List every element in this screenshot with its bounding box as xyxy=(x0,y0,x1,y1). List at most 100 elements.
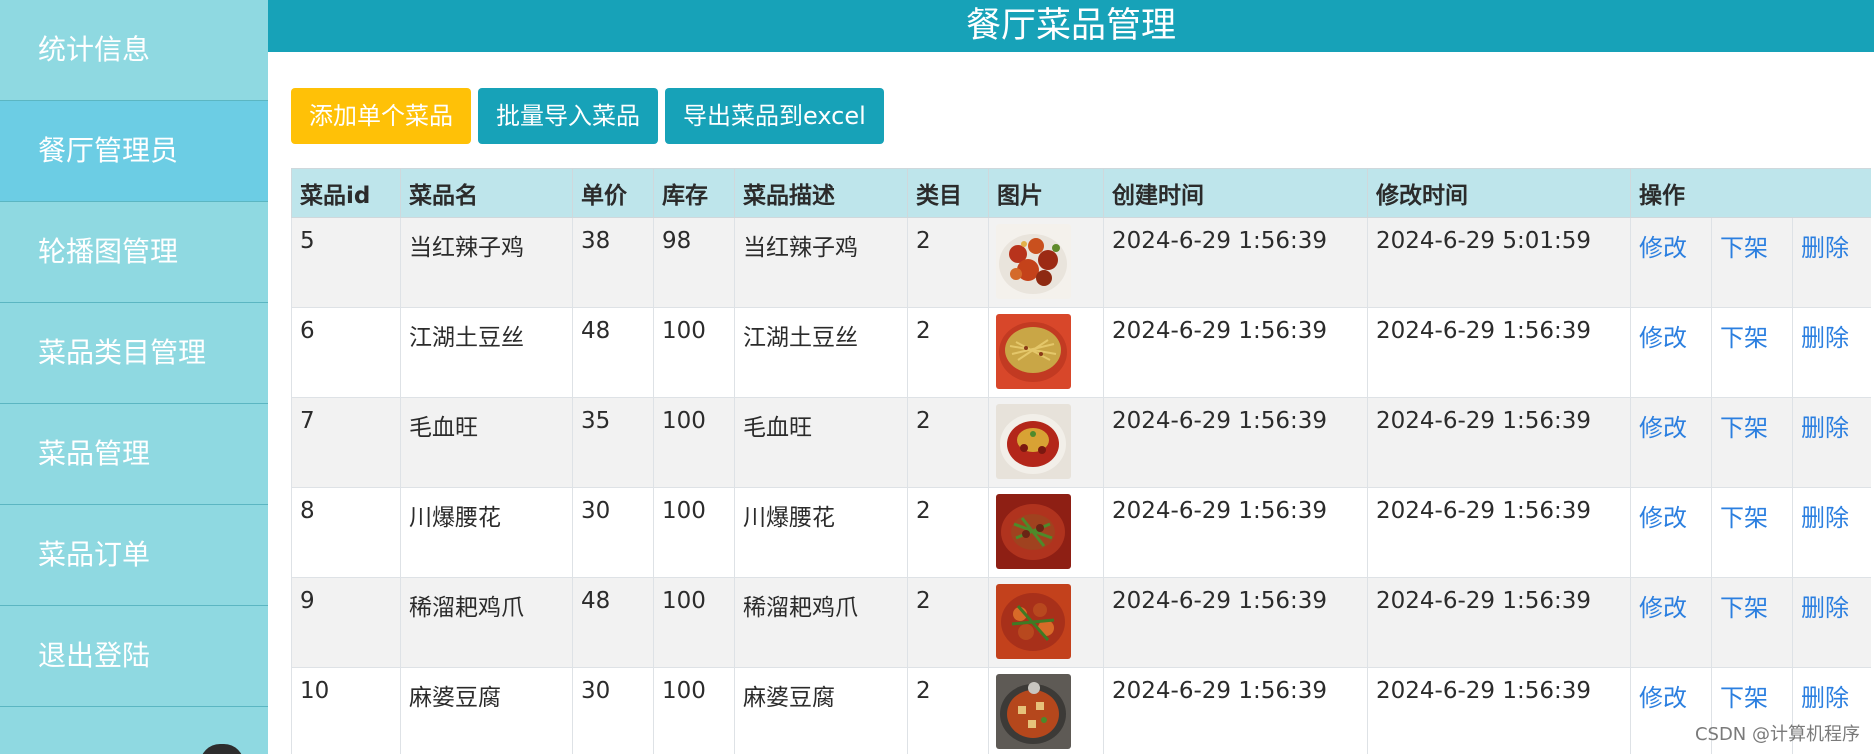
cell-image xyxy=(988,307,1104,398)
table-row: 8 川爆腰花 30 100 川爆腰花 2 2024-6-29 1:56:39 2… xyxy=(291,487,1871,578)
sidebar-item-label: 菜品订单 xyxy=(38,538,151,571)
cell-created-time: 2024-6-29 1:56:39 xyxy=(1103,667,1368,754)
cell-action-offshelf: 下架 xyxy=(1711,487,1793,578)
column-header: 图片 xyxy=(988,168,1104,218)
cell-id: 9 xyxy=(291,577,401,668)
cell-action-edit: 修改 xyxy=(1630,397,1712,488)
cell-action-offshelf: 下架 xyxy=(1711,577,1793,668)
cell-description: 毛血旺 xyxy=(734,397,908,488)
table-row: 6 江湖土豆丝 48 100 江湖土豆丝 2 2024-6-29 1:56:39… xyxy=(291,307,1871,398)
cell-action-edit: 修改 xyxy=(1630,577,1712,668)
sidebar-item-dish-management[interactable]: 菜品管理 xyxy=(0,404,268,505)
cell-action-delete: 删除 xyxy=(1792,577,1871,668)
cell-id: 10 xyxy=(291,667,401,754)
column-header: 类目 xyxy=(907,168,989,218)
app-root: 统计信息 餐厅管理员 轮播图管理 菜品类目管理 菜品管理 菜品订单 退出登陆 餐… xyxy=(0,0,1874,754)
cell-modified-time: 2024-6-29 1:56:39 xyxy=(1367,577,1631,668)
sidebar-item-label: 退出登陆 xyxy=(38,639,151,672)
sidebar-item-logout[interactable]: 退出登陆 xyxy=(0,606,268,707)
add-dish-button[interactable]: 添加单个菜品 xyxy=(291,88,471,144)
sidebar-item-statistics[interactable]: 统计信息 xyxy=(0,0,268,101)
batch-import-button[interactable]: 批量导入菜品 xyxy=(478,88,658,144)
offshelf-link[interactable]: 下架 xyxy=(1720,414,1768,442)
delete-link[interactable]: 删除 xyxy=(1801,504,1849,532)
edit-link[interactable]: 修改 xyxy=(1639,504,1687,532)
cell-name: 麻婆豆腐 xyxy=(400,667,573,754)
cell-image xyxy=(988,577,1104,668)
cell-price: 30 xyxy=(572,487,654,578)
cell-description: 当红辣子鸡 xyxy=(734,217,908,308)
sidebar-item-carousel-management[interactable]: 轮播图管理 xyxy=(0,202,268,303)
table-row: 7 毛血旺 35 100 毛血旺 2 2024-6-29 1:56:39 202… xyxy=(291,397,1871,488)
column-header: 库存 xyxy=(653,168,735,218)
cell-action-delete: 删除 xyxy=(1792,487,1871,578)
cell-id: 7 xyxy=(291,397,401,488)
sidebar-item-restaurant-admin[interactable]: 餐厅管理员 xyxy=(0,101,268,202)
edit-link[interactable]: 修改 xyxy=(1639,324,1687,352)
cell-action-edit: 修改 xyxy=(1630,217,1712,308)
export-excel-button[interactable]: 导出菜品到excel xyxy=(665,88,884,144)
cell-price: 35 xyxy=(572,397,654,488)
edit-link[interactable]: 修改 xyxy=(1639,414,1687,442)
cell-name: 当红辣子鸡 xyxy=(400,217,573,308)
cell-description: 稀溜耙鸡爪 xyxy=(734,577,908,668)
cell-created-time: 2024-6-29 1:56:39 xyxy=(1103,397,1368,488)
cell-modified-time: 2024-6-29 1:56:39 xyxy=(1367,307,1631,398)
main-content: 餐厅菜品管理 添加单个菜品 批量导入菜品 导出菜品到excel 菜品id 菜品名… xyxy=(268,0,1874,754)
table-row: 9 稀溜耙鸡爪 48 100 稀溜耙鸡爪 2 2024-6-29 1:56:39… xyxy=(291,577,1871,668)
cell-image xyxy=(988,667,1104,754)
cell-action-offshelf: 下架 xyxy=(1711,397,1793,488)
cell-category: 2 xyxy=(907,397,989,488)
cell-stock: 100 xyxy=(653,487,735,578)
dish-photo-icon xyxy=(996,674,1071,749)
dish-photo-icon xyxy=(996,224,1071,299)
cell-stock: 100 xyxy=(653,577,735,668)
table-row: 10 麻婆豆腐 30 100 麻婆豆腐 2 2024-6-29 1:56:39 … xyxy=(291,667,1871,754)
cell-price: 30 xyxy=(572,667,654,754)
cell-modified-time: 2024-6-29 1:56:39 xyxy=(1367,397,1631,488)
edit-link[interactable]: 修改 xyxy=(1639,594,1687,622)
delete-link[interactable]: 删除 xyxy=(1801,234,1849,262)
sidebar-item-dish-category-management[interactable]: 菜品类目管理 xyxy=(0,303,268,404)
table-header-row: 菜品id 菜品名 单价 库存 菜品描述 类目 图片 创建时间 修改时间 操作 xyxy=(291,168,1871,218)
cell-price: 48 xyxy=(572,307,654,398)
watermark: CSDN @计算机程序 xyxy=(1694,724,1860,745)
cell-category: 2 xyxy=(907,307,989,398)
cell-stock: 100 xyxy=(653,307,735,398)
cell-price: 38 xyxy=(572,217,654,308)
column-header: 菜品id xyxy=(291,168,401,218)
cell-image xyxy=(988,487,1104,578)
cell-id: 5 xyxy=(291,217,401,308)
cell-id: 6 xyxy=(291,307,401,398)
cell-image xyxy=(988,217,1104,308)
cell-stock: 100 xyxy=(653,397,735,488)
cell-action-offshelf: 下架 xyxy=(1711,217,1793,308)
cell-description: 川爆腰花 xyxy=(734,487,908,578)
offshelf-link[interactable]: 下架 xyxy=(1720,504,1768,532)
sidebar-item-label: 轮播图管理 xyxy=(38,235,179,268)
delete-link[interactable]: 删除 xyxy=(1801,414,1849,442)
delete-link[interactable]: 删除 xyxy=(1801,594,1849,622)
edit-link[interactable]: 修改 xyxy=(1639,684,1687,712)
offshelf-link[interactable]: 下架 xyxy=(1720,234,1768,262)
sidebar-item-dish-orders[interactable]: 菜品订单 xyxy=(0,505,268,606)
dish-table: 菜品id 菜品名 单价 库存 菜品描述 类目 图片 创建时间 修改时间 操作 5 xyxy=(291,168,1871,754)
offshelf-link[interactable]: 下架 xyxy=(1720,684,1768,712)
edit-link[interactable]: 修改 xyxy=(1639,234,1687,262)
cell-action-edit: 修改 xyxy=(1630,307,1712,398)
cell-action-edit: 修改 xyxy=(1630,487,1712,578)
offshelf-link[interactable]: 下架 xyxy=(1720,324,1768,352)
column-header: 菜品描述 xyxy=(734,168,908,218)
delete-link[interactable]: 删除 xyxy=(1801,684,1849,712)
sidebar: 统计信息 餐厅管理员 轮播图管理 菜品类目管理 菜品管理 菜品订单 退出登陆 xyxy=(0,0,268,754)
cell-action-offshelf: 下架 xyxy=(1711,307,1793,398)
delete-link[interactable]: 删除 xyxy=(1801,324,1849,352)
offshelf-link[interactable]: 下架 xyxy=(1720,594,1768,622)
dish-photo-icon xyxy=(996,494,1071,569)
toolbar: 添加单个菜品 批量导入菜品 导出菜品到excel xyxy=(291,88,884,144)
page-header: 餐厅菜品管理 xyxy=(268,0,1874,52)
cell-name: 川爆腰花 xyxy=(400,487,573,578)
column-header: 创建时间 xyxy=(1103,168,1368,218)
column-header: 菜品名 xyxy=(400,168,573,218)
cell-price: 48 xyxy=(572,577,654,668)
